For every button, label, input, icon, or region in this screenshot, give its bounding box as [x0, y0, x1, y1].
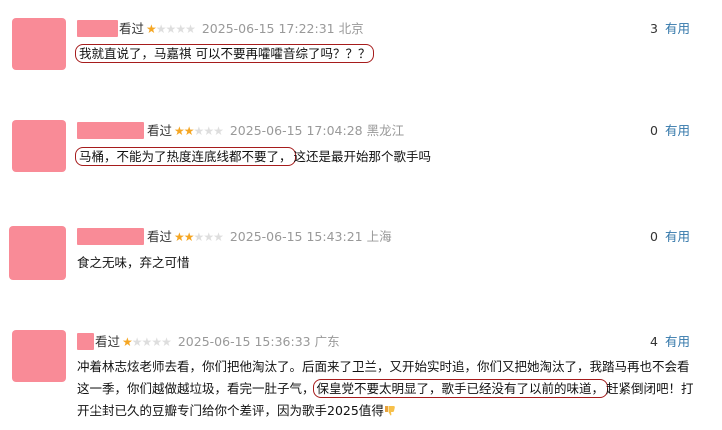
star-empty-icon: ★	[131, 334, 143, 349]
vote-count: 4	[650, 334, 658, 349]
comment-item: 看过 ★ ★ ★ ★ ★ 2025-06-15 15:36:33 广东 4 有用 冲着林…	[0, 0, 722, 430]
comment-time: 2025-06-15 15:36:33	[177, 334, 311, 349]
highlighted-text: 保皇党不要太明显了，歌手已经没有了以前的味道，	[312, 379, 609, 398]
comment-meta: 看过 ★ ★ ★ ★ ★ 2025-06-15 15:36:33 广东	[95, 333, 340, 350]
star-filled-icon: ★	[122, 334, 133, 349]
avatar[interactable]	[12, 330, 66, 382]
vote-box: 4 有用	[650, 333, 690, 350]
rating-stars: ★ ★ ★ ★ ★	[122, 334, 172, 349]
star-empty-icon: ★	[161, 334, 172, 349]
thumbs-down-icon	[384, 401, 396, 416]
star-empty-icon: ★	[141, 334, 153, 349]
comment-location: 广东	[314, 334, 340, 349]
watch-status: 看过	[95, 334, 121, 349]
username[interactable]	[77, 333, 94, 350]
comment-text: 冲着林志炫老师去看，你们把他淘汰了。后面来了卫兰，又开始实时追，你们又把她淘汰了…	[77, 356, 697, 422]
star-empty-icon: ★	[151, 334, 162, 349]
useful-button[interactable]: 有用	[665, 334, 690, 349]
